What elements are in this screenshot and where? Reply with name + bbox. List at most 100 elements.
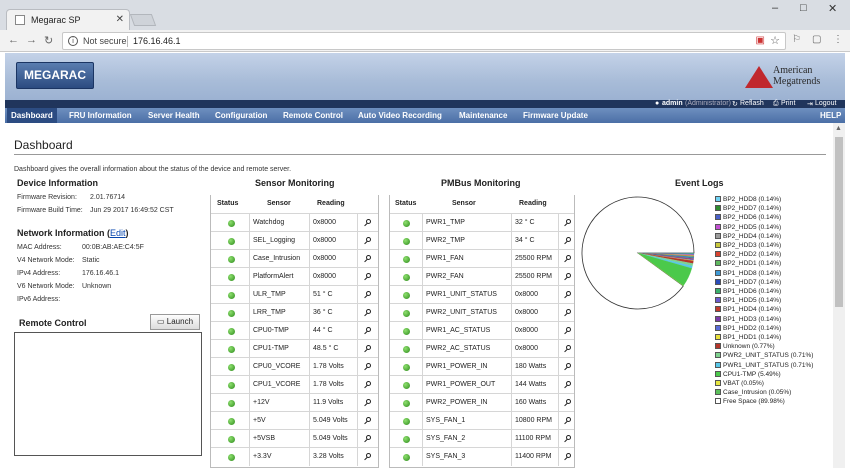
print-link[interactable]: Print <box>781 100 795 107</box>
details-magnifier-icon[interactable] <box>364 273 372 281</box>
menu-maintenance[interactable]: Maintenance <box>459 108 507 123</box>
back-icon[interactable]: ← <box>8 34 19 46</box>
status-ok-icon <box>403 364 410 371</box>
status-ok-icon <box>403 346 410 353</box>
legend-item: BP1_HDD2 (0.14%) <box>715 324 781 334</box>
menu-auto-video-recording[interactable]: Auto Video Recording <box>358 108 442 123</box>
legend-item: BP1_HDD3 (0.14%) <box>715 315 781 325</box>
details-magnifier-icon[interactable] <box>364 255 372 263</box>
sensor-name: Watchdog <box>253 219 285 226</box>
logout-link[interactable]: Logout <box>815 100 836 107</box>
event-logs-pie <box>581 196 695 310</box>
details-magnifier-icon[interactable] <box>564 363 572 371</box>
details-magnifier-icon[interactable] <box>364 453 372 461</box>
status-ok-icon <box>228 238 235 245</box>
details-magnifier-icon[interactable] <box>564 399 572 407</box>
details-magnifier-icon[interactable] <box>564 327 572 335</box>
address-bar[interactable]: i Not secure 176.16.46.1 ▣ ☆ <box>62 32 786 50</box>
menu-fru-information[interactable]: FRU Information <box>69 108 132 123</box>
forward-icon[interactable]: → <box>26 34 37 46</box>
details-magnifier-icon[interactable] <box>564 291 572 299</box>
menu-server-health[interactable]: Server Health <box>148 108 200 123</box>
extension-icon[interactable]: ⚐ <box>792 34 801 45</box>
details-magnifier-icon[interactable] <box>364 345 372 353</box>
details-magnifier-icon[interactable] <box>564 453 572 461</box>
edit-network-link[interactable]: Edit <box>110 228 126 238</box>
details-magnifier-icon[interactable] <box>364 363 372 371</box>
url-text[interactable]: 176.16.46.1 <box>133 36 181 46</box>
sensor-reading: 11400 RPM <box>515 453 552 460</box>
legend-label: BP1_HDD7 (0.14%) <box>723 278 782 286</box>
details-magnifier-icon[interactable] <box>364 327 372 335</box>
details-magnifier-icon[interactable] <box>564 219 572 227</box>
menu-configuration[interactable]: Configuration <box>215 108 267 123</box>
page-scrollbar[interactable]: ▲ <box>833 123 845 468</box>
legend-swatch <box>715 205 721 212</box>
launch-button[interactable]: ▭ Launch <box>150 314 200 330</box>
maximize-icon[interactable]: □ <box>800 2 807 14</box>
details-magnifier-icon[interactable] <box>564 255 572 263</box>
details-magnifier-icon[interactable] <box>564 381 572 389</box>
refresh-icon[interactable]: ↻ <box>732 100 738 108</box>
mac-value: 00:0B:AB:AE:C4:5F <box>82 244 144 251</box>
details-magnifier-icon[interactable] <box>564 237 572 245</box>
bookmark-star-icon[interactable]: ☆ <box>770 34 780 47</box>
menu-remote-control[interactable]: Remote Control <box>283 108 343 123</box>
extension2-icon[interactable]: ▢ <box>812 34 821 45</box>
sensor-reading: 11100 RPM <box>515 435 551 442</box>
print-icon[interactable]: ⎙ <box>773 100 779 108</box>
details-magnifier-icon[interactable] <box>364 237 372 245</box>
scrollbar-thumb[interactable] <box>835 137 843 307</box>
details-magnifier-icon[interactable] <box>364 219 372 227</box>
sensor-reading: 1.78 Volts <box>313 381 344 388</box>
details-magnifier-icon[interactable] <box>364 399 372 407</box>
scroll-up-icon[interactable]: ▲ <box>835 125 842 132</box>
table-row: Watchdog 0x8000 <box>211 213 378 232</box>
logout-icon[interactable]: ⇥ <box>807 100 813 108</box>
menu-firmware-update[interactable]: Firmware Update <box>523 108 588 123</box>
info-icon[interactable]: i <box>68 36 78 46</box>
details-magnifier-icon[interactable] <box>564 417 572 425</box>
sensor-name: CPU0-TMP <box>253 327 289 334</box>
reload-icon[interactable]: ↻ <box>44 34 53 47</box>
menu-help[interactable]: HELP <box>820 108 841 123</box>
table-row: PWR1_POWER_IN 180 Watts <box>390 357 574 376</box>
details-magnifier-icon[interactable] <box>564 435 572 443</box>
popup-blocked-icon[interactable]: ▣ <box>756 35 765 46</box>
ipv4-label: IPv4 Address: <box>17 270 61 277</box>
menu-icon[interactable]: ⋮ <box>833 34 843 45</box>
table-row: +5VSB 5.049 Volts <box>211 429 378 448</box>
details-magnifier-icon[interactable] <box>364 435 372 443</box>
table-row: PWR1_FAN 25500 RPM <box>390 249 574 268</box>
sensor-reading: 51 ° C <box>313 291 333 298</box>
details-magnifier-icon[interactable] <box>564 309 572 317</box>
legend-item: PWR2_UNIT_STATUS (0.71%) <box>715 352 813 361</box>
username: admin <box>662 100 683 107</box>
minimize-icon[interactable]: – <box>772 2 778 14</box>
details-magnifier-icon[interactable] <box>364 381 372 389</box>
close-tab-icon[interactable]: ✕ <box>116 14 124 25</box>
details-magnifier-icon[interactable] <box>364 417 372 425</box>
legend-swatch <box>715 324 721 331</box>
sensor-name: LRR_TMP <box>253 309 286 316</box>
legend-swatch <box>715 214 721 221</box>
details-magnifier-icon[interactable] <box>564 345 572 353</box>
menu-dashboard[interactable]: Dashboard <box>7 108 57 123</box>
sensor-reading: 144 Watts <box>515 381 547 388</box>
legend-item: CPU1-TMP (5.49%) <box>715 370 781 380</box>
header-banner: MEGARAC American Megatrends <box>5 53 845 100</box>
table-row: PWR1_UNIT_STATUS 0x8000 <box>390 285 574 304</box>
remote-console-preview[interactable] <box>14 332 202 456</box>
close-window-icon[interactable]: ✕ <box>828 2 837 15</box>
status-ok-icon <box>228 310 235 317</box>
ami-triangle-icon <box>745 66 773 88</box>
details-magnifier-icon[interactable] <box>564 273 572 281</box>
refresh-link[interactable]: Reflash <box>740 100 764 107</box>
details-magnifier-icon[interactable] <box>364 291 372 299</box>
sensor-reading: 44 ° C <box>313 327 333 334</box>
new-tab-button[interactable] <box>129 14 157 26</box>
details-magnifier-icon[interactable] <box>364 309 372 317</box>
legend-label: PWR2_UNIT_STATUS (0.71%) <box>723 352 814 360</box>
browser-tab[interactable]: Megarac SP ✕ <box>6 9 130 30</box>
legend-swatch <box>715 361 721 368</box>
